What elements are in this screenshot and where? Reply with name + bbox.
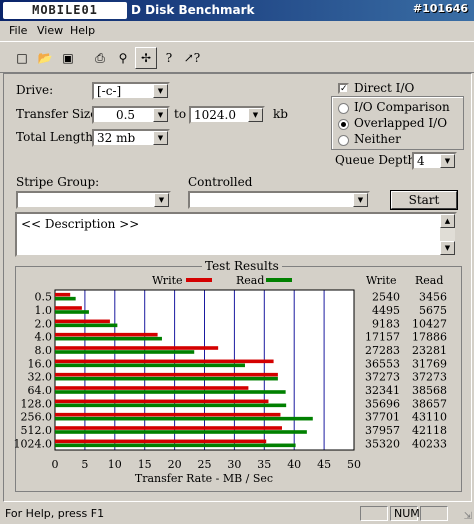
- overlapped-io-radio[interactable]: [338, 119, 349, 130]
- title-bar: MOBILE01 D Disk Benchmark #101646: [0, 0, 474, 21]
- open-icon[interactable]: 📂: [34, 47, 56, 69]
- watermark: #101646: [412, 2, 468, 15]
- status-pane-num: NUM: [390, 506, 420, 521]
- overlapped-io-label: Overlapped I/O: [354, 116, 448, 130]
- brand-logo: MOBILE01: [3, 2, 127, 19]
- direct-io-label: Direct I/O: [354, 81, 415, 95]
- io-comparison-label: I/O Comparison: [354, 100, 450, 114]
- menu-file[interactable]: File: [9, 24, 27, 37]
- window-title: D Disk Benchmark: [131, 3, 255, 17]
- help-icon[interactable]: ?: [158, 47, 180, 69]
- stripe-group-select[interactable]: ▼: [16, 191, 171, 209]
- transfer-to-select[interactable]: 1024.0 ▼: [189, 106, 265, 124]
- resize-grip-icon[interactable]: ⇲: [464, 511, 472, 522]
- io-comparison-radio[interactable]: [338, 103, 349, 114]
- menu-help[interactable]: Help: [70, 24, 95, 37]
- transfer-from-select[interactable]: 0.5 ▼: [92, 106, 170, 124]
- chevron-down-icon[interactable]: ▼: [154, 193, 169, 207]
- print-icon[interactable]: ⎙: [89, 47, 111, 69]
- kb-label: kb: [273, 107, 288, 121]
- queue-depth-value: 4: [417, 154, 425, 168]
- queue-depth-label: Queue Depth:: [335, 153, 420, 167]
- controlled-label: Controlled: [188, 175, 253, 189]
- print-preview-icon[interactable]: ⚲: [112, 47, 134, 69]
- save-icon[interactable]: ▣: [57, 47, 79, 69]
- status-pane-scrl: [420, 506, 448, 521]
- direct-io-checkbox[interactable]: ✓: [338, 83, 349, 94]
- chevron-down-icon[interactable]: ▼: [153, 131, 168, 145]
- neither-radio[interactable]: [338, 135, 349, 146]
- context-help-icon[interactable]: ↗?: [181, 47, 203, 69]
- stripe-group-label: Stripe Group:: [16, 175, 100, 189]
- total-length-select[interactable]: 32 mb ▼: [92, 129, 170, 147]
- drive-select[interactable]: [-c-] ▼: [92, 82, 170, 100]
- controlled-select[interactable]: ▼: [188, 191, 370, 209]
- transfer-from-value: 0.5: [115, 108, 136, 122]
- scroll-up-icon[interactable]: ▲: [440, 214, 455, 228]
- queue-depth-select[interactable]: 4 ▼: [412, 152, 457, 170]
- transfer-size-label: Transfer Size:: [16, 107, 102, 121]
- total-length-label: Total Length:: [16, 130, 97, 144]
- neither-label: Neither: [354, 132, 401, 146]
- scroll-down-icon[interactable]: ▼: [440, 241, 455, 255]
- test-results-group: Test Results: [15, 259, 462, 492]
- chevron-down-icon[interactable]: ▼: [153, 108, 168, 122]
- menu-bar: File View Help: [0, 21, 474, 40]
- chevron-down-icon[interactable]: ▼: [353, 193, 368, 207]
- to-label: to: [174, 107, 187, 121]
- chevron-down-icon[interactable]: ▼: [248, 108, 263, 122]
- status-pane-caps: [360, 506, 388, 521]
- menu-view[interactable]: View: [37, 24, 63, 37]
- move-icon[interactable]: ✢: [135, 47, 157, 69]
- total-length-value: 32 mb: [97, 131, 136, 145]
- chevron-down-icon[interactable]: ▼: [440, 154, 455, 168]
- drive-label: Drive:: [16, 83, 54, 97]
- toolbar: □ 📂 ▣ ⎙ ⚲ ✢ ? ↗?: [0, 41, 474, 73]
- start-button[interactable]: Start: [391, 191, 457, 209]
- new-icon[interactable]: □: [11, 47, 33, 69]
- drive-value: [-c-]: [97, 84, 122, 98]
- status-bar: For Help, press F1 NUM ⇲: [0, 503, 474, 524]
- transfer-to-value: 1024.0: [194, 108, 236, 122]
- description-scrollbar[interactable]: ▲ ▼: [440, 214, 455, 255]
- description-box[interactable]: << Description >> ▲ ▼: [15, 212, 457, 257]
- chevron-down-icon[interactable]: ▼: [153, 84, 168, 98]
- description-text: << Description >>: [21, 217, 140, 231]
- test-results-title: Test Results: [202, 259, 282, 273]
- num-indicator: NUM: [394, 507, 420, 520]
- status-help-text: For Help, press F1: [5, 507, 105, 520]
